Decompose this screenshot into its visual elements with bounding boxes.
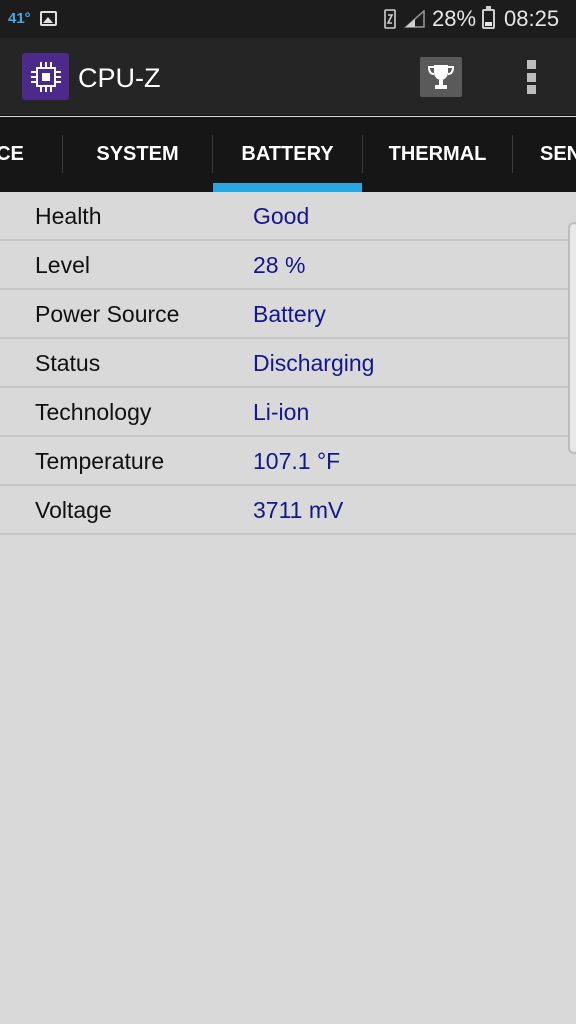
row-value: Good	[253, 203, 310, 229]
tab-battery[interactable]: BATTERY	[213, 117, 362, 192]
tab-thermal[interactable]: THERMAL	[363, 117, 512, 192]
table-row: Voltage 3711 mV	[0, 486, 576, 535]
row-label: Health	[35, 203, 102, 229]
battery-fill	[485, 21, 492, 26]
table-row: Power Source Battery	[0, 290, 576, 339]
tab-device[interactable]: CE	[0, 117, 40, 192]
battery-icon	[482, 6, 495, 29]
active-tab-indicator	[213, 183, 362, 192]
table-row: Temperature 107.1 °F	[0, 437, 576, 486]
table-row: Technology Li-ion	[0, 388, 576, 437]
row-value: Li-ion	[253, 399, 310, 425]
table-row: Health Good	[0, 192, 576, 241]
battery-info-table: Health Good Level 28 % Power Source Batt…	[0, 192, 576, 535]
overflow-menu-icon	[526, 72, 536, 82]
overflow-menu-button[interactable]	[516, 58, 546, 96]
row-label: Power Source	[35, 301, 180, 327]
trophy-icon	[427, 65, 455, 89]
edge-panel-handle[interactable]	[568, 222, 576, 454]
row-label: Status	[35, 350, 101, 376]
status-bar: 41° 28% 08:25	[0, 0, 576, 38]
row-label: Level	[35, 252, 90, 278]
tab-sensors[interactable]: SEN	[540, 117, 576, 192]
signal-icon	[404, 10, 425, 28]
weather-temperature: 41°	[8, 10, 31, 27]
table-row: Level 28 %	[0, 241, 576, 290]
tab-separator	[512, 135, 513, 173]
row-value: Battery	[253, 301, 326, 327]
row-value: 3711 mV	[253, 497, 344, 523]
overflow-menu-icon	[526, 85, 536, 94]
app-bar: CPU-Z	[0, 38, 576, 116]
row-label: Voltage	[35, 497, 112, 523]
tab-bar: CE SYSTEM BATTERY THERMAL SEN	[0, 117, 576, 192]
battery-percent: 28%	[432, 6, 477, 31]
row-value: 28 %	[253, 252, 306, 278]
overflow-menu-icon	[526, 60, 536, 69]
clock: 08:25	[504, 6, 560, 31]
trophy-button[interactable]	[420, 57, 462, 97]
row-value: Discharging	[253, 350, 375, 376]
nfc-icon	[384, 9, 396, 29]
row-value: 107.1 °F	[253, 448, 341, 474]
tab-system[interactable]: SYSTEM	[63, 117, 212, 192]
table-row: Status Discharging	[0, 339, 576, 388]
cpu-logo-icon	[22, 53, 69, 100]
row-label: Technology	[35, 399, 152, 425]
gallery-icon	[40, 11, 57, 26]
app-title: CPU-Z	[78, 63, 161, 93]
row-label: Temperature	[35, 448, 165, 474]
